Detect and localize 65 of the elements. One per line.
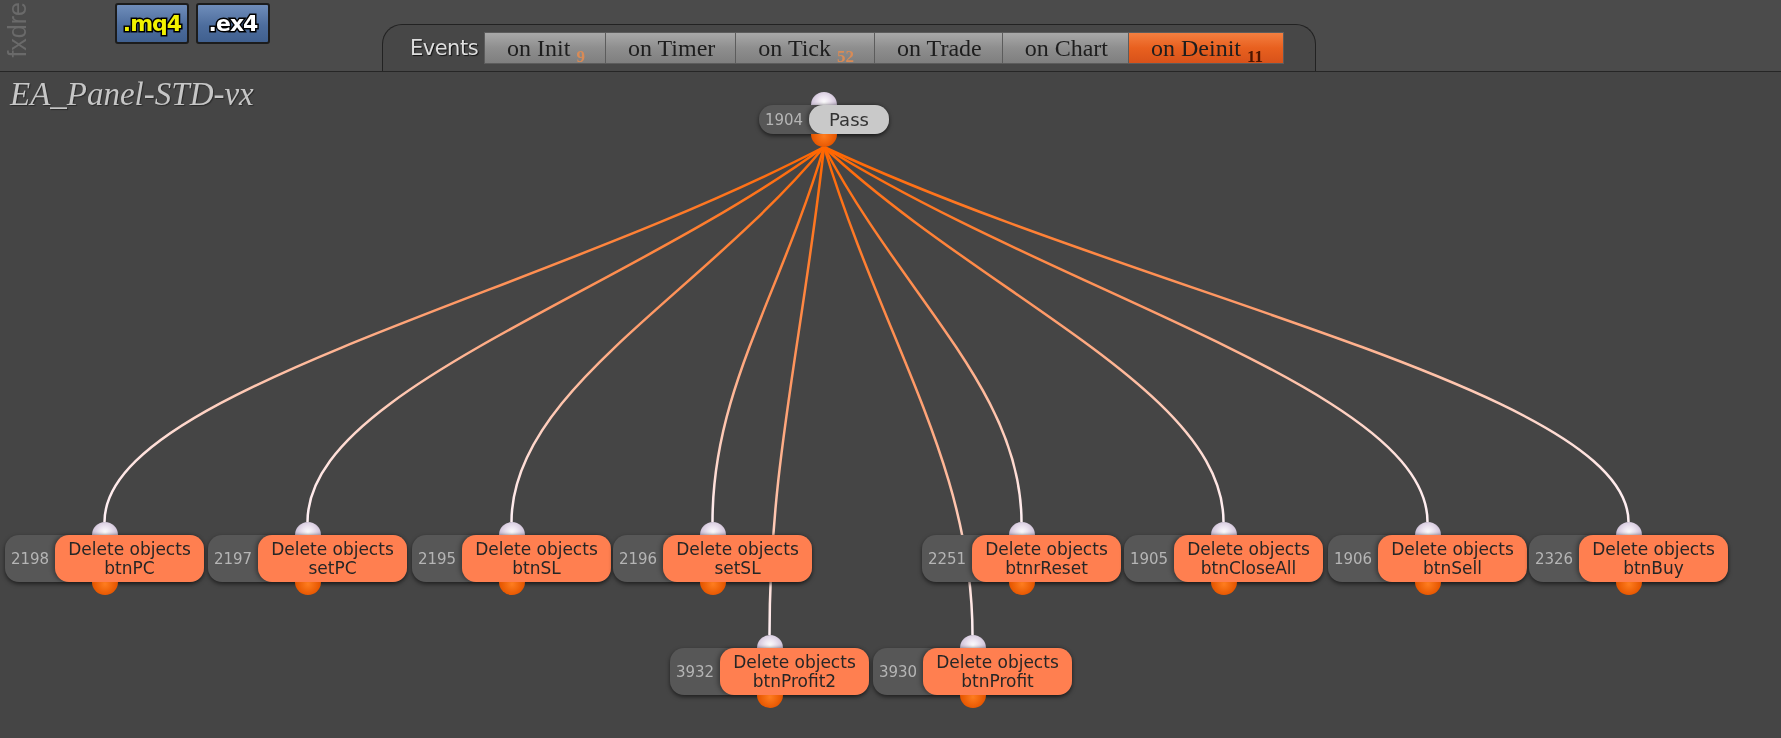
graph-node[interactable]: 3930 Delete objects btnProfit xyxy=(873,648,1072,695)
file-button[interactable]: .ex4 xyxy=(196,3,270,44)
node-label: Delete objects btnProfit xyxy=(923,648,1072,695)
graph-node[interactable]: 1906 Delete objects btnSell xyxy=(1328,535,1527,582)
input-port-icon[interactable] xyxy=(1210,522,1237,535)
node-label: Delete objects btnBuy xyxy=(1579,535,1728,582)
node-label: Delete objects btnSell xyxy=(1378,535,1527,582)
node-label: Delete objects btnSL xyxy=(462,535,611,582)
input-port-icon[interactable] xyxy=(756,635,783,648)
node-label: Delete objects btnCloseAll xyxy=(1174,535,1323,582)
graph-node[interactable]: 2197 Delete objects setPC xyxy=(208,535,407,582)
event-tab[interactable]: on Deinit $_{11}$ xyxy=(1129,32,1285,64)
graph-node[interactable]: 2196 Delete objects setSL xyxy=(613,535,812,582)
node-id: 1904 xyxy=(764,110,804,129)
node-id: 3932 xyxy=(675,662,715,681)
graph-node[interactable]: 2195 Delete objects btnSL xyxy=(412,535,611,582)
output-port-icon[interactable] xyxy=(699,582,726,595)
events-label: Events xyxy=(410,35,479,62)
graph-node[interactable]: 3932 Delete objects btnProfit2 xyxy=(670,648,869,695)
input-port-icon[interactable] xyxy=(959,635,986,648)
graph-node[interactable]: 2326 Delete objects btnBuy xyxy=(1529,535,1728,582)
node-label: Delete objects btnrReset xyxy=(972,535,1121,582)
input-port-icon[interactable] xyxy=(294,522,321,535)
node-id: 2197 xyxy=(213,549,253,568)
event-tab[interactable]: on Trade xyxy=(875,32,1003,64)
node-label: Delete objects setSL xyxy=(663,535,812,582)
input-port-icon[interactable] xyxy=(498,522,525,535)
node-id: 2195 xyxy=(417,549,457,568)
event-tab[interactable]: on Init $_{9}$ xyxy=(484,32,606,64)
output-port-icon[interactable] xyxy=(1210,582,1237,595)
node-label: Delete objects setPC xyxy=(258,535,407,582)
output-port-icon[interactable] xyxy=(294,582,321,595)
node-id: 3930 xyxy=(878,662,918,681)
node-id: 1905 xyxy=(1129,549,1169,568)
input-port-icon[interactable] xyxy=(811,92,837,105)
graph-node[interactable]: 1905 Delete objects btnCloseAll xyxy=(1124,535,1323,582)
input-port-icon[interactable] xyxy=(699,522,726,535)
panel-title: EA_Panel-STD-vx xyxy=(10,76,254,112)
node-label: Pass xyxy=(809,105,889,134)
output-port-icon[interactable] xyxy=(959,695,986,708)
event-tab[interactable]: on Chart xyxy=(1002,32,1130,64)
output-port-icon[interactable] xyxy=(756,695,783,708)
node-id: 2326 xyxy=(1534,549,1574,568)
output-port-icon[interactable] xyxy=(1008,582,1035,595)
node-id: 2196 xyxy=(618,549,658,568)
output-port-icon[interactable] xyxy=(811,134,837,147)
output-port-icon[interactable] xyxy=(1615,582,1642,595)
output-port-icon[interactable] xyxy=(1414,582,1441,595)
file-button[interactable]: .mq4 xyxy=(115,3,189,44)
node-id: 2198 xyxy=(10,549,50,568)
node-label: Delete objects btnProfit2 xyxy=(720,648,869,695)
node-id: 1906 xyxy=(1333,549,1373,568)
input-port-icon[interactable] xyxy=(1414,522,1441,535)
input-port-icon[interactable] xyxy=(1615,522,1642,535)
graph-node[interactable]: 2251 Delete objects btnrReset xyxy=(922,535,1121,582)
output-port-icon[interactable] xyxy=(91,582,118,595)
output-port-icon[interactable] xyxy=(498,582,525,595)
event-tab[interactable]: on Tick $_{52}$ xyxy=(736,32,875,64)
graph-node[interactable]: 2198 Delete objects btnPC xyxy=(5,535,204,582)
node-label: Delete objects btnPC xyxy=(55,535,204,582)
input-port-icon[interactable] xyxy=(91,522,118,535)
event-tab[interactable]: on Timer xyxy=(605,32,737,64)
input-port-icon[interactable] xyxy=(1008,522,1035,535)
graph-node[interactable]: 1904 Pass xyxy=(759,105,889,134)
node-id: 2251 xyxy=(927,549,967,568)
